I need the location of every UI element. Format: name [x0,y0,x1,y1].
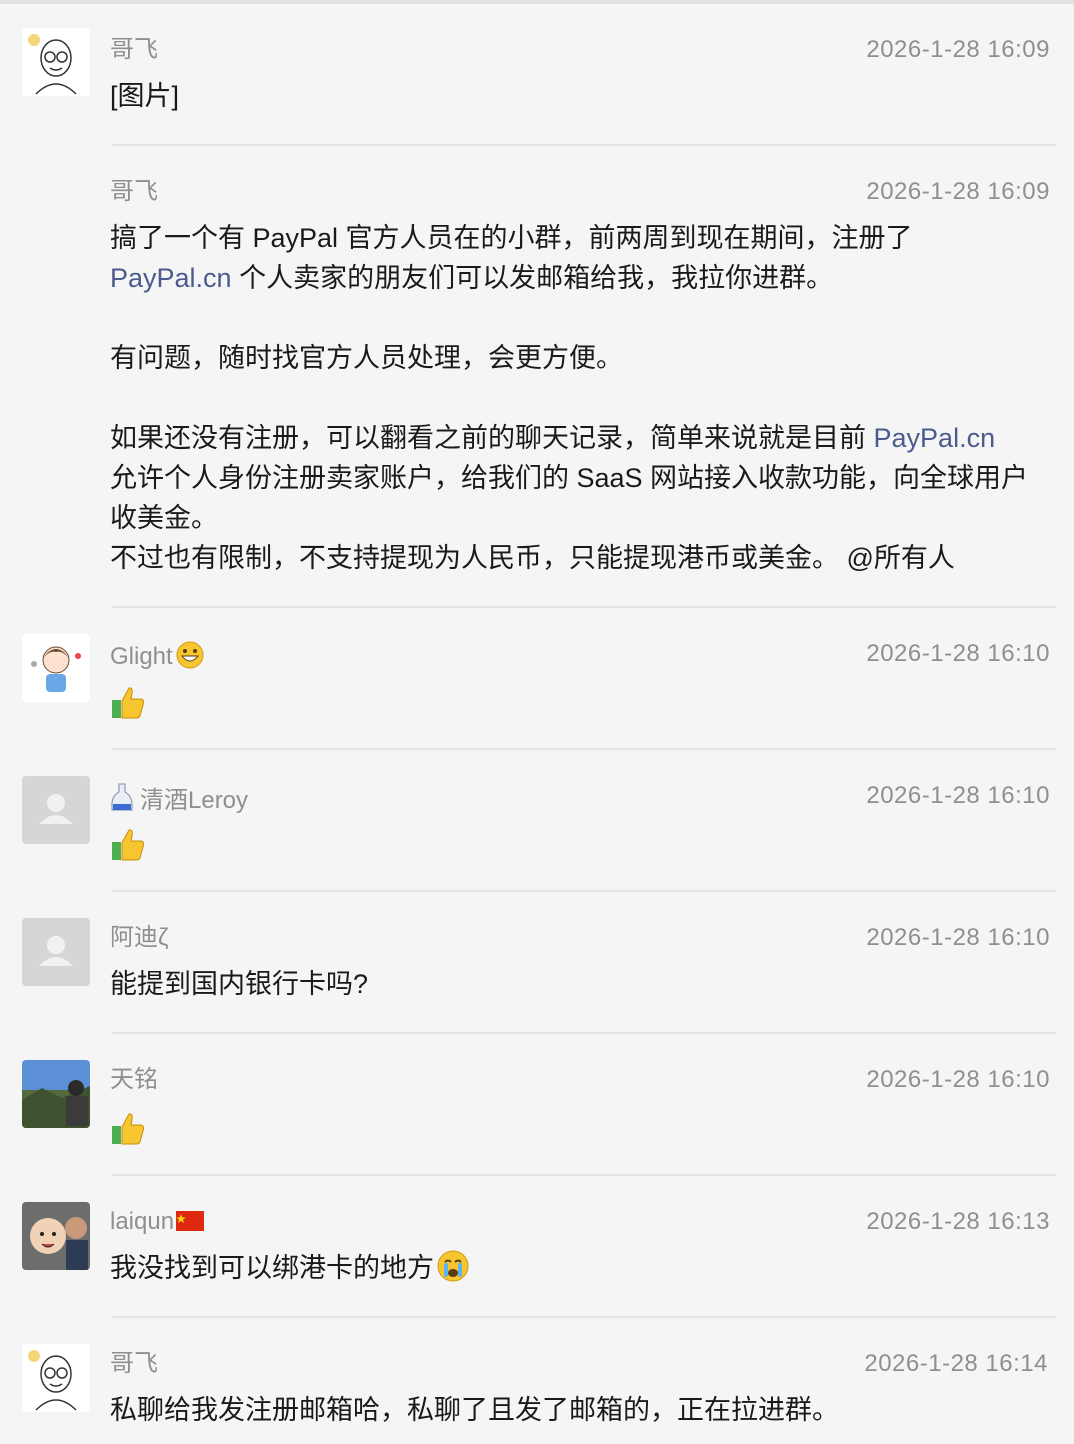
default-person-icon [22,918,90,986]
thumbs-up-icon [112,829,145,861]
default-person-icon [22,776,90,844]
separator [112,144,1056,146]
avatar[interactable] [22,1344,90,1412]
sender-name[interactable]: 哥飞 [110,178,158,206]
cartoon-glasses-avatar-icon [22,1344,90,1412]
timestamp: 2026-1-28 16:10 [866,1066,1050,1093]
sender-name[interactable]: 哥飞 [110,1350,158,1378]
avatar[interactable] [22,1202,90,1270]
crying-face-emoji-icon [437,1250,469,1282]
message-text: 搞了一个有 PayPal 官方人员在的小群，前两周到现在期间，注册了 PayPal… [110,218,1040,578]
text-segment: 如果还没有注册，可以翻看之前的聊天记录，简单来说就是目前 [110,423,874,453]
sender-name-text: Glight [110,643,173,670]
paypal-link[interactable]: PayPal.cn [874,423,996,453]
timestamp: 2026-1-28 16:13 [866,1208,1050,1235]
separator [112,1032,1056,1034]
message-content [110,822,1040,862]
separator [112,748,1056,750]
thumbs-up-icon [112,1113,145,1145]
message-text: 私聊给我发注册邮箱哈，私聊了且发了邮箱的，正在拉进群。 [110,1395,839,1425]
grinning-face-emoji-icon [176,641,204,669]
separator [112,606,1056,608]
family-photo-avatar-icon [22,1202,90,1270]
timestamp: 2026-1-28 16:09 [866,178,1050,205]
message-text: [图片] [110,81,180,111]
text-paragraph: 有问题，随时找官方人员处理，会更方便。 [110,343,623,373]
sender-name[interactable]: 阿迪ζ [110,924,169,952]
message-text-span: 我没找到可以绑港卡的地方 [110,1253,434,1283]
avatar[interactable] [22,776,90,844]
top-border [0,0,1074,4]
sender-name[interactable]: laiqun [110,1208,205,1236]
timestamp: 2026-1-28 16:14 [864,1350,1048,1377]
avatar[interactable] [22,1060,90,1128]
sender-name[interactable]: 哥飞 [110,36,158,64]
landscape-photo-avatar-icon [22,1060,90,1128]
text-segment: 个人卖家的朋友们可以发邮箱给我，我拉你进群。 [231,263,834,293]
sender-name[interactable]: Glight [110,640,205,671]
paypal-link[interactable]: PayPal.cn [110,263,232,293]
sender-name[interactable]: 天铭 [110,1066,158,1094]
message-text: 我没找到可以绑港卡的地方 [110,1248,1040,1288]
sake-bottle-emoji-icon [111,783,133,811]
text-segment: 允许个人身份注册卖家账户，给我们的 SaaS 网站接入收款功能，向全球用户收美金… [110,463,1029,533]
separator [112,1316,1056,1318]
message-content [110,680,1040,720]
message-text: 能提到国内银行卡吗? [110,969,369,999]
timestamp: 2026-1-28 16:10 [866,640,1050,667]
separator [112,1174,1056,1176]
china-flag-emoji-icon [176,1211,205,1231]
avatar[interactable] [22,634,90,702]
sender-name-text: laiqun [110,1208,175,1235]
text-segment: 搞了一个有 PayPal 官方人员在的小群，前两周到现在期间，注册了 [110,223,913,253]
avatar[interactable] [22,28,90,96]
message-content [110,1106,1040,1146]
sender-name[interactable]: 清酒Leroy [110,782,248,815]
timestamp: 2026-1-28 16:10 [866,924,1050,951]
separator [112,890,1056,892]
timestamp: 2026-1-28 16:09 [866,36,1050,63]
text-paragraph: 不过也有限制，不支持提现为人民币，只能提现港币或美金。 @所有人 [110,543,955,573]
avatar[interactable] [22,918,90,986]
timestamp: 2026-1-28 16:10 [866,782,1050,809]
cartoon-glasses-avatar-icon [22,28,90,96]
sender-name-text: 清酒Leroy [140,787,249,814]
cartoon-boy-avatar-icon [22,634,90,702]
thumbs-up-icon [112,687,145,719]
